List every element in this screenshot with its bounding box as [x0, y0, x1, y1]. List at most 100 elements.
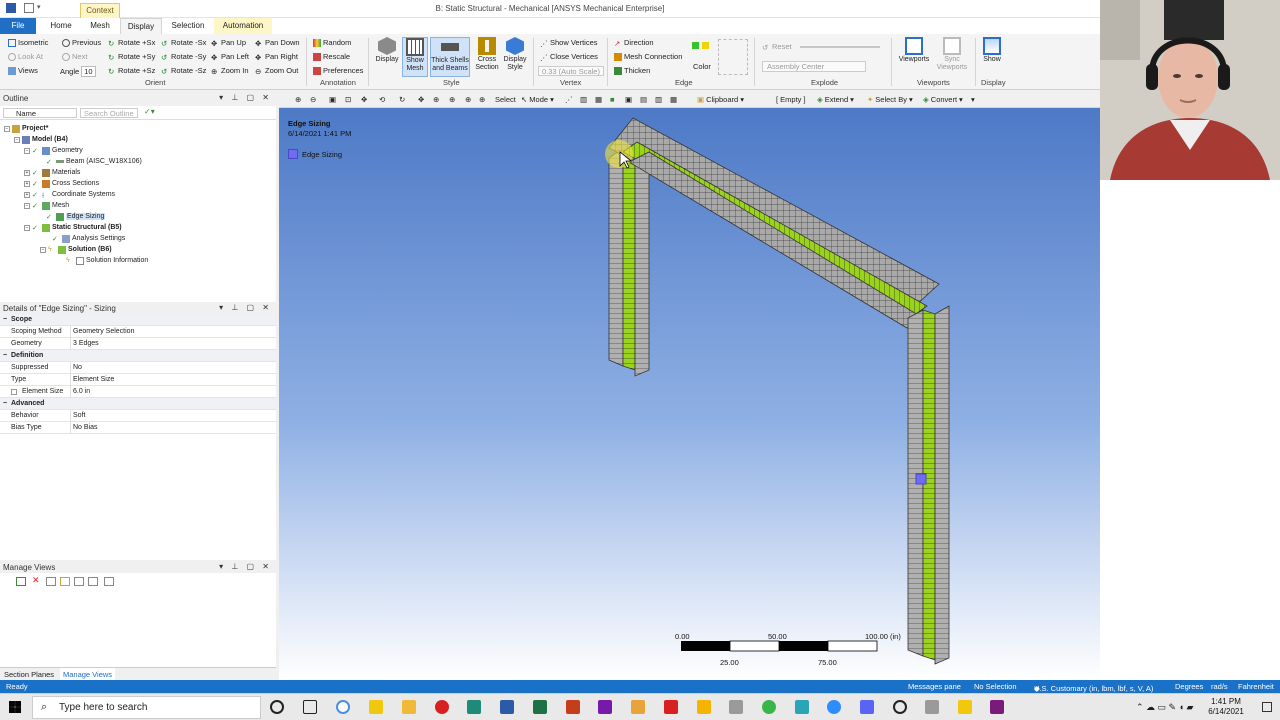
- zoom-app-icon[interactable]: [827, 700, 841, 714]
- rescale-button[interactable]: Rescale: [313, 52, 350, 61]
- r-app-icon[interactable]: [697, 700, 711, 714]
- search-outline-input[interactable]: Search Outline: [80, 108, 138, 118]
- tree-node-geometry[interactable]: − ✓ Geometry: [24, 145, 83, 156]
- collapse-toggle-icon[interactable]: −: [24, 224, 30, 231]
- display-button[interactable]: Display: [373, 37, 401, 64]
- explode-slider[interactable]: [800, 46, 880, 48]
- system-tray-icons[interactable]: ⌃ ☁ ▭ ✎ ◖ ▰: [1136, 702, 1193, 713]
- clock-app-icon[interactable]: [893, 700, 907, 714]
- look-at-button[interactable]: Look At: [8, 52, 43, 61]
- extend-button[interactable]: ◈ Extend ▾: [817, 95, 854, 104]
- display-style-button[interactable]: Display Style: [501, 37, 529, 72]
- mesh-select-icon[interactable]: ▣: [329, 95, 336, 104]
- details-category-scope[interactable]: − Scope: [0, 314, 276, 326]
- apply-view-icon[interactable]: [46, 577, 56, 586]
- mesh-connection-button[interactable]: Mesh Connection: [614, 52, 682, 61]
- graphics-viewport[interactable]: Edge Sizing 6/14/2021 1:41 PM Edge Sizin…: [279, 108, 1100, 680]
- preferences-button[interactable]: Preferences: [313, 66, 363, 75]
- mode-button[interactable]: ↖ Mode ▾: [521, 95, 554, 104]
- select-button[interactable]: Select: [495, 95, 516, 104]
- delete-view-icon[interactable]: ✕: [32, 575, 40, 586]
- panel-controls[interactable]: ▾ ⊥ ▢ ✕: [219, 303, 272, 312]
- discord-icon[interactable]: [860, 700, 874, 714]
- expand-toggle-icon[interactable]: +: [24, 180, 30, 187]
- zoom-in-button[interactable]: ⊕ Zoom In: [211, 66, 249, 76]
- panel-controls[interactable]: ▾ ⊥ ▢ ✕: [219, 562, 272, 571]
- excel-icon[interactable]: [533, 700, 547, 714]
- rotate-sx-neg-button[interactable]: ↺ Rotate -Sx: [161, 38, 206, 48]
- collapse-toggle-icon[interactable]: −: [40, 246, 46, 253]
- tab-section-planes[interactable]: Section Planes: [4, 670, 54, 679]
- sticky-notes-icon[interactable]: [369, 700, 383, 714]
- details-row-bias-type[interactable]: Bias Type No Bias: [0, 422, 276, 434]
- tab-automation[interactable]: Automation: [214, 18, 272, 34]
- named-selection-icon[interactable]: ▦: [670, 95, 677, 104]
- random-button[interactable]: Random: [313, 38, 351, 47]
- rotate-icon[interactable]: ⟲: [379, 95, 385, 104]
- pan-icon[interactable]: ✥: [361, 95, 367, 104]
- name-filter-dropdown[interactable]: Name: [3, 108, 77, 118]
- details-row-geometry[interactable]: Geometry 3 Edges: [0, 338, 276, 350]
- convert-button[interactable]: ◈ Convert ▾: [923, 95, 963, 104]
- clipboard-button[interactable]: ▣ Clipboard ▾: [697, 95, 744, 104]
- box-select-icon[interactable]: ⊡: [345, 95, 351, 104]
- tree-node-model[interactable]: − Model (B4): [14, 134, 68, 145]
- tree-node-materials[interactable]: + ✓ Materials: [24, 167, 80, 178]
- camtasia-icon[interactable]: [762, 700, 776, 714]
- taskbar-search-input[interactable]: ⌕ Type here to search: [32, 696, 261, 719]
- edge-color-yellow-swatch[interactable]: [702, 42, 709, 49]
- collapse-toggle-icon[interactable]: −: [24, 202, 30, 209]
- zoom-out-button[interactable]: ⊖ Zoom Out: [255, 66, 298, 76]
- details-category-advanced[interactable]: − Advanced: [0, 398, 276, 410]
- top-beam[interactable]: [608, 117, 940, 329]
- tree-node-coordinate-systems[interactable]: + ✓ ⟊ Coordinate Systems: [24, 189, 115, 200]
- property-value[interactable]: Soft: [73, 412, 85, 419]
- folder-icon[interactable]: [958, 700, 972, 714]
- edge-color-green-swatch[interactable]: [692, 42, 699, 49]
- sync-viewports-button[interactable]: Sync Viewports: [933, 37, 971, 72]
- collapse-toggle-icon[interactable]: −: [4, 125, 10, 132]
- element-select-icon[interactable]: ▥: [655, 95, 662, 104]
- views-button[interactable]: Views: [8, 66, 38, 75]
- show-button[interactable]: Show: [978, 37, 1006, 64]
- show-vertices-button[interactable]: ⋰ Show Vertices: [540, 38, 598, 48]
- details-category-definition[interactable]: − Definition: [0, 350, 276, 362]
- details-row-element-size[interactable]: Element Size 6.0 in: [0, 386, 276, 398]
- tab-selection[interactable]: Selection: [168, 18, 208, 34]
- isometric-button[interactable]: Isometric: [8, 38, 48, 47]
- pan-view-icon[interactable]: ✥: [418, 95, 424, 104]
- angle-input[interactable]: 10: [81, 66, 96, 77]
- messages-pane-link[interactable]: Messages pane: [908, 682, 961, 691]
- tree-node-cross-sections[interactable]: + ✓ Cross Sections: [24, 178, 99, 189]
- details-row-behavior[interactable]: Behavior Soft: [0, 410, 276, 422]
- acrobat-icon[interactable]: [664, 700, 678, 714]
- face-select-icon[interactable]: ▦: [595, 95, 602, 104]
- ansys-workbench-icon[interactable]: [925, 700, 939, 714]
- rotate-sz-neg-button[interactable]: ↺ Rotate -Sz: [161, 66, 206, 76]
- tab-mesh[interactable]: Mesh: [84, 18, 116, 34]
- details-row-type[interactable]: Type Element Size: [0, 374, 276, 386]
- select-by-button[interactable]: ✦ Select By ▾: [867, 95, 913, 104]
- angle-unit[interactable]: Degrees: [1175, 682, 1203, 691]
- task-view-icon[interactable]: [303, 700, 317, 714]
- opera-icon[interactable]: [435, 700, 449, 714]
- zoom-icon[interactable]: ⊕: [433, 95, 439, 104]
- cross-section-button[interactable]: Cross Section: [473, 37, 501, 72]
- property-value[interactable]: 6.0 in: [73, 388, 90, 395]
- rotate-sx-pos-button[interactable]: ↻ Rotate +Sx: [108, 38, 155, 48]
- tab-file[interactable]: File: [0, 18, 36, 34]
- rotate-sz-pos-button[interactable]: ↻ Rotate +Sz: [108, 66, 155, 76]
- temperature-unit[interactable]: Fahrenheit: [1238, 682, 1274, 691]
- tab-display[interactable]: Display: [120, 18, 162, 34]
- details-row-suppressed[interactable]: Suppressed No: [0, 362, 276, 374]
- previous-button[interactable]: Previous: [62, 38, 101, 47]
- tab-home[interactable]: Home: [44, 18, 78, 34]
- rotate-sy-neg-button[interactable]: ↺ Rotate -Sy: [161, 52, 206, 62]
- tree-node-project[interactable]: − Project*: [4, 123, 48, 134]
- left-column[interactable]: [608, 143, 650, 377]
- reset-button[interactable]: ↺ Reset: [762, 42, 792, 52]
- magnifier-icon[interactable]: ⊕: [479, 95, 485, 104]
- tree-node-static-structural[interactable]: − ✓ Static Structural (B5): [24, 222, 122, 233]
- expand-toggle-icon[interactable]: +: [24, 169, 30, 176]
- expand-toggle-icon[interactable]: +: [24, 191, 30, 198]
